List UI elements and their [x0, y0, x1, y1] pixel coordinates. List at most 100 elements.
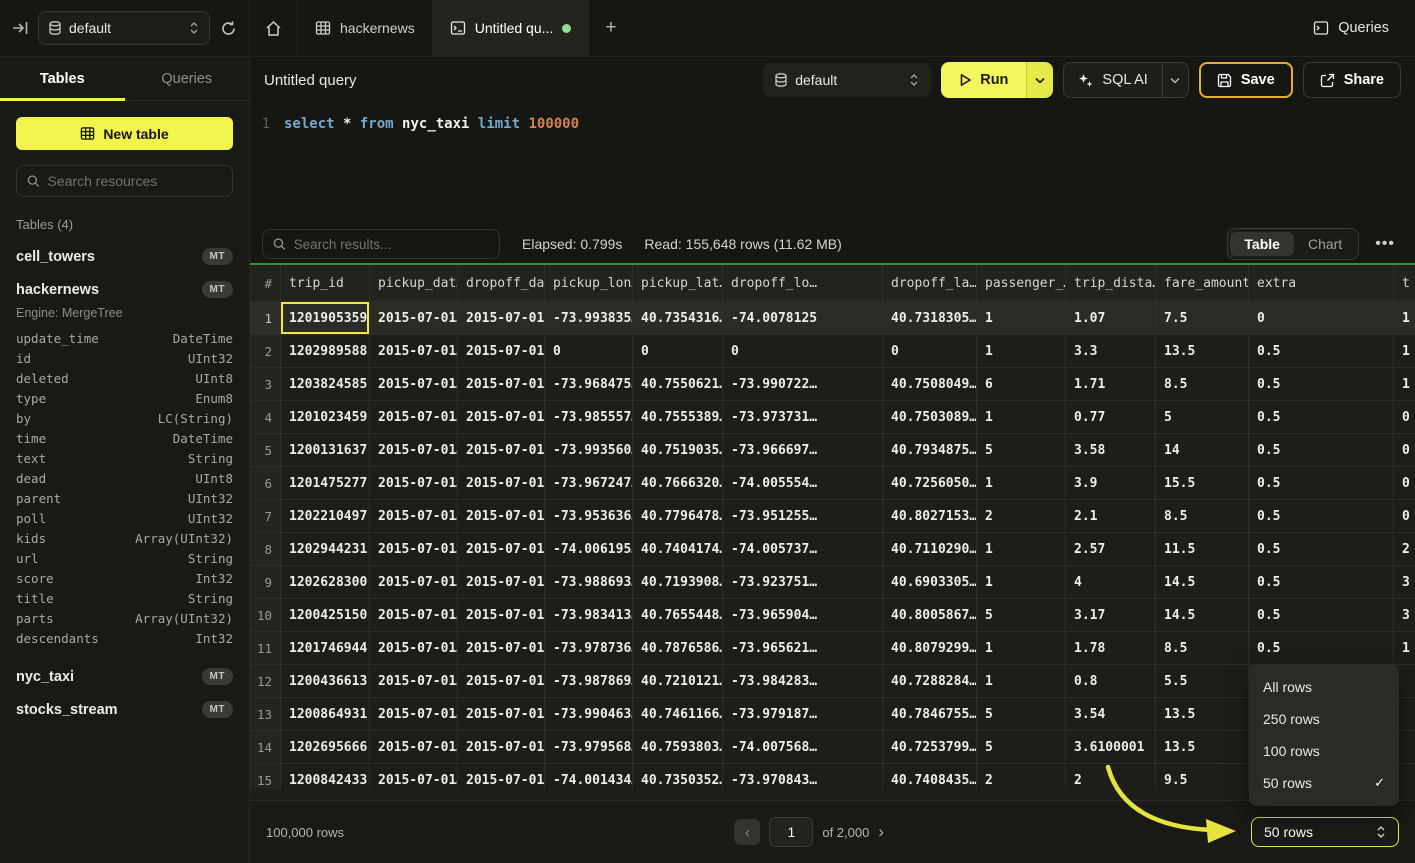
table-cell[interactable]: 0.5 [1249, 632, 1394, 665]
table-cell[interactable]: 0.5 [1249, 533, 1394, 566]
table-cell[interactable]: 5 [977, 599, 1066, 632]
table-cell[interactable]: 0 [1394, 467, 1415, 500]
table-cell[interactable]: 1 [977, 665, 1066, 698]
queries-shortcut[interactable]: Queries [1287, 0, 1415, 56]
table-cell[interactable]: 0.5 [1249, 500, 1394, 533]
table-cell[interactable]: 2015-07-01… [458, 632, 545, 665]
table-cell[interactable]: 14.5 [1156, 566, 1249, 599]
results-search[interactable] [262, 229, 500, 259]
table-cell[interactable]: 15.5 [1156, 467, 1249, 500]
tab-untitled-query[interactable]: Untitled qu... [433, 0, 590, 56]
table-cell[interactable]: 14 [1156, 434, 1249, 467]
table-cell[interactable]: 2015-07-01… [370, 401, 458, 434]
table-cell[interactable]: 1203824585 [281, 368, 370, 401]
run-options-button[interactable] [1026, 62, 1053, 98]
column-header[interactable]: dropoff_la… [883, 265, 977, 302]
table-cell[interactable]: 1 [977, 467, 1066, 500]
table-cell[interactable]: 1201475277 [281, 467, 370, 500]
table-cell[interactable]: 40.7253799… [883, 731, 977, 764]
table-cell[interactable]: -74.005554… [723, 467, 883, 500]
table-cell[interactable]: 40.7508049… [883, 368, 977, 401]
table-cell[interactable]: -73.965621… [723, 632, 883, 665]
results-menu-button[interactable]: ••• [1367, 235, 1403, 253]
table-cell[interactable]: 0 [545, 335, 633, 368]
table-cell[interactable]: 0 [633, 335, 723, 368]
table-cell[interactable]: 2015-07-01… [370, 731, 458, 764]
menu-item-50-rows[interactable]: 50 rows✓ [1249, 767, 1399, 799]
table-cell[interactable]: -73.978736… [545, 632, 633, 665]
table-cell[interactable]: -73.990463… [545, 698, 633, 731]
table-cell[interactable]: 0.5 [1249, 467, 1394, 500]
table-cell[interactable]: 3.6100001 [1066, 731, 1156, 764]
sql-editor[interactable]: 1 select * from nyc_taxi limit 100000 [250, 103, 1415, 225]
table-cell[interactable]: 8.5 [1156, 500, 1249, 533]
table-cell[interactable]: -73.988693… [545, 566, 633, 599]
table-cell[interactable]: 0 [883, 335, 977, 368]
column-header[interactable]: passenger_… [977, 265, 1066, 302]
table-cell[interactable]: -73.951255… [723, 500, 883, 533]
table-cell[interactable]: 1201023459 [281, 401, 370, 434]
table-cell[interactable]: 40.7550621… [633, 368, 723, 401]
table-cell[interactable]: 13.5 [1156, 335, 1249, 368]
column-header[interactable]: fare_amount [1156, 265, 1249, 302]
sidebar-tab-tables[interactable]: Tables [0, 57, 125, 100]
table-cell[interactable]: 0.5 [1249, 434, 1394, 467]
table-cell[interactable]: 40.7110290… [883, 533, 977, 566]
table-cell[interactable]: 40.7193908… [633, 566, 723, 599]
table-cell[interactable]: 2 [977, 500, 1066, 533]
table-cell[interactable]: 2015-07-01… [458, 731, 545, 764]
table-cell[interactable]: 2015-07-01… [370, 632, 458, 665]
page-size-select[interactable]: 50 rows [1251, 817, 1399, 847]
table-cell[interactable]: 40.7461166… [633, 698, 723, 731]
table-cell[interactable]: -73.965904… [723, 599, 883, 632]
table-cell[interactable]: 40.7846755… [883, 698, 977, 731]
table-cell[interactable]: 2015-07-01… [370, 599, 458, 632]
table-cell[interactable]: -73.966697… [723, 434, 883, 467]
sidebar-search-input[interactable] [48, 173, 222, 189]
table-cell[interactable]: 40.7934875… [883, 434, 977, 467]
table-cell[interactable]: -73.993835… [545, 302, 633, 335]
table-cell[interactable]: 2015-07-01… [370, 533, 458, 566]
table-cell[interactable]: 2015-07-01… [458, 467, 545, 500]
table-cell[interactable]: 13.5 [1156, 731, 1249, 764]
tab-home[interactable] [250, 0, 298, 56]
table-cell[interactable]: 4 [1066, 566, 1156, 599]
database-selector[interactable]: default [38, 11, 210, 45]
table-cell[interactable]: 5 [1156, 401, 1249, 434]
table-cell[interactable]: 3.9 [1066, 467, 1156, 500]
table-cell[interactable]: 40.7876586… [633, 632, 723, 665]
table-cell[interactable]: 1200436613 [281, 665, 370, 698]
run-button[interactable]: Run [941, 62, 1026, 98]
column-header[interactable]: extra [1249, 265, 1394, 302]
table-cell[interactable]: 0 [1394, 434, 1415, 467]
table-cell[interactable]: 2 [1066, 764, 1156, 789]
table-cell[interactable]: 2015-07-01… [370, 467, 458, 500]
table-cell[interactable]: 40.7796478… [633, 500, 723, 533]
table-cell[interactable]: 2015-07-01… [458, 698, 545, 731]
menu-item-250-rows[interactable]: 250 rows [1249, 703, 1399, 735]
table-cell[interactable]: 5 [977, 434, 1066, 467]
table-cell[interactable]: 1 [977, 302, 1066, 335]
table-cell[interactable]: 2 [977, 764, 1066, 789]
table-cell[interactable]: 0.5 [1249, 599, 1394, 632]
collapse-sidebar-icon[interactable] [12, 21, 28, 35]
table-cell[interactable]: 0.5 [1249, 401, 1394, 434]
table-cell[interactable]: 2.1 [1066, 500, 1156, 533]
table-cell[interactable]: 2015-07-01… [458, 401, 545, 434]
table-cell[interactable]: 8.5 [1156, 368, 1249, 401]
table-cell[interactable]: 1202989588 [281, 335, 370, 368]
table-cell[interactable]: 1 [1394, 368, 1415, 401]
column-header[interactable]: pickup_lat… [633, 265, 723, 302]
table-cell[interactable]: 0.5 [1249, 368, 1394, 401]
table-cell[interactable]: 1 [1394, 302, 1415, 335]
column-header[interactable]: dropoff_da… [458, 265, 545, 302]
table-cell[interactable]: -73.985557… [545, 401, 633, 434]
table-cell[interactable]: 2015-07-01… [458, 500, 545, 533]
table-cell[interactable]: 1201905359 [281, 302, 370, 335]
table-cell[interactable]: 40.7408435… [883, 764, 977, 789]
table-cell[interactable]: 2015-07-01… [370, 665, 458, 698]
sidebar-table-nyc_taxi[interactable]: nyc_taxiMT [0, 660, 249, 693]
sidebar-search[interactable] [16, 165, 233, 197]
table-cell[interactable]: 0.5 [1249, 566, 1394, 599]
table-cell[interactable]: 0.77 [1066, 401, 1156, 434]
